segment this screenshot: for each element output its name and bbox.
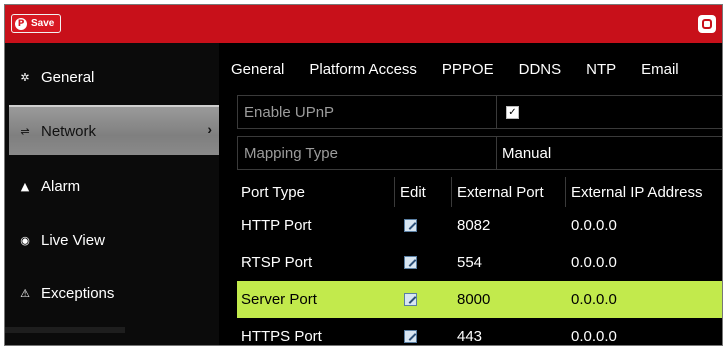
settings-square-icon[interactable]	[698, 15, 716, 33]
mapping-type-row: Mapping Type Manual	[237, 136, 722, 170]
mapping-type-select[interactable]: Manual	[497, 145, 551, 162]
tab-ddns[interactable]: DDNS	[519, 61, 562, 78]
enable-upnp-row: Enable UPnP ✓	[237, 95, 722, 129]
sidebar-divider	[5, 327, 125, 333]
edit-icon[interactable]	[404, 256, 417, 269]
tab-email[interactable]: Email	[641, 61, 679, 78]
header-external-port: External Port	[457, 183, 544, 201]
edit-icon[interactable]	[404, 293, 417, 306]
pinterest-icon: P	[15, 17, 27, 30]
enable-upnp-checkbox[interactable]: ✓	[506, 105, 519, 119]
external-port-cell: 8000	[457, 291, 491, 308]
external-ip-cell: 0.0.0.0	[571, 291, 617, 308]
header-external-ip: External IP Address	[571, 183, 703, 201]
header-port-type: Port Type	[241, 183, 305, 201]
sidebar-item-live-view[interactable]: ◉ Live View	[5, 216, 219, 264]
tab-general[interactable]: General	[231, 61, 284, 78]
chevron-right-icon: ›	[207, 121, 212, 137]
sidebar-item-label: Alarm	[41, 177, 81, 195]
external-ip-cell: 0.0.0.0	[571, 254, 617, 271]
port-type-cell: RTSP Port	[241, 254, 313, 271]
table-column-divider	[451, 177, 452, 207]
alarm-bell-icon: ▲	[20, 179, 30, 193]
sidebar-item-network[interactable]: ⇌ Network ›	[9, 105, 219, 155]
edit-icon[interactable]	[404, 219, 417, 232]
save-label: Save	[31, 18, 55, 29]
divider	[496, 96, 497, 128]
save-button[interactable]: P Save	[11, 14, 62, 33]
network-icon: ⇌	[20, 124, 30, 138]
edit-icon[interactable]	[404, 330, 417, 343]
port-type-cell: Server Port	[241, 291, 317, 308]
gear-icon: ✲	[20, 70, 30, 84]
mapping-type-label: Mapping Type	[244, 144, 338, 162]
port-table: Port Type Edit External Port External IP…	[237, 177, 722, 345]
main-content: General Platform Access PPPOE DDNS NTP E…	[223, 43, 722, 345]
external-port-cell: 554	[457, 254, 483, 271]
tab-pppoe[interactable]: PPPOE	[442, 61, 494, 78]
table-row[interactable]: RTSP Port 554 0.0.0.0	[237, 244, 722, 281]
table-row[interactable]: HTTPS Port 443 0.0.0.0	[237, 318, 722, 345]
tab-ntp[interactable]: NTP	[586, 61, 616, 78]
sidebar-item-label: Network	[41, 122, 97, 140]
sidebar-item-exceptions[interactable]: ⚠ Exceptions	[5, 269, 219, 317]
header-edit: Edit	[400, 183, 426, 201]
eye-icon: ◉	[20, 233, 30, 247]
external-ip-cell: 0.0.0.0	[571, 217, 617, 234]
external-port-cell: 8082	[457, 217, 491, 234]
port-type-cell: HTTPS Port	[241, 328, 322, 345]
tab-bar: General Platform Access PPPOE DDNS NTP E…	[223, 43, 722, 95]
sidebar-item-alarm[interactable]: ▲ Alarm	[5, 162, 219, 210]
enable-upnp-label: Enable UPnP	[244, 103, 335, 121]
tab-platform-access[interactable]: Platform Access	[309, 61, 417, 78]
sidebar-item-label: Exceptions	[41, 284, 115, 302]
port-type-cell: HTTP Port	[241, 217, 312, 234]
table-column-divider	[394, 177, 395, 207]
sidebar-item-label: General	[41, 68, 95, 86]
sidebar-item-label: Live View	[41, 231, 105, 249]
sidebar: ✲ General ⇌ Network › ▲ Alarm ◉ Live Vie…	[5, 43, 219, 345]
table-header: Port Type Edit External Port External IP…	[237, 177, 722, 207]
top-bar: P Save	[5, 5, 722, 43]
table-row[interactable]: HTTP Port 8082 0.0.0.0	[237, 207, 722, 244]
app-window: P Save ✲ General ⇌ Network › ▲ Alarm ◉ L…	[4, 4, 723, 346]
table-column-divider	[565, 177, 566, 207]
sidebar-item-general[interactable]: ✲ General	[5, 53, 219, 101]
warning-icon: ⚠	[20, 286, 30, 300]
external-port-cell: 443	[457, 328, 483, 345]
external-ip-cell: 0.0.0.0	[571, 328, 617, 345]
table-row-selected[interactable]: Server Port 8000 0.0.0.0	[237, 281, 722, 318]
